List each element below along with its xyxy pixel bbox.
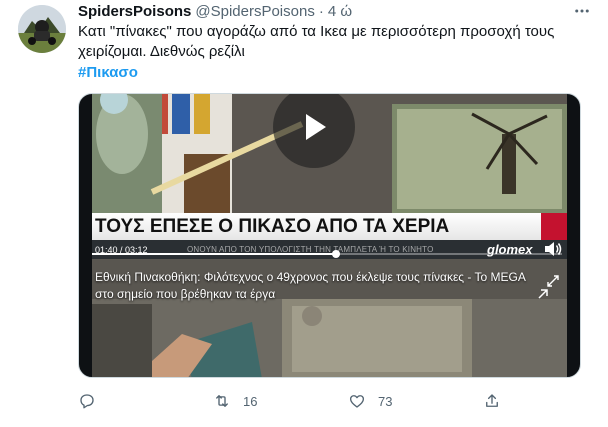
tweet-timestamp[interactable]: 4 ώ — [328, 3, 352, 20]
progress-fill — [92, 253, 337, 255]
share-button[interactable] — [483, 390, 501, 412]
tweet-text-line: χειρίζομαι. Διεθνώς ρεζίλι — [78, 43, 245, 60]
player-brand[interactable]: glomex — [487, 242, 533, 257]
like-icon — [349, 395, 365, 408]
arrow-up-right-icon — [538, 289, 548, 299]
expand-button[interactable] — [547, 274, 559, 287]
tweet-header: SpidersPoisons @SpidersPoisons · 4 ώ — [78, 2, 352, 22]
display-name[interactable]: SpidersPoisons — [78, 3, 191, 20]
retweet-button[interactable]: 16 — [213, 390, 257, 412]
play-icon — [306, 114, 326, 140]
like-count: 73 — [378, 393, 393, 409]
tweet[interactable]: SpidersPoisons @SpidersPoisons · 4 ώ Κατι "… — [0, 0, 608, 427]
open-link-button[interactable] — [537, 287, 549, 299]
tweet-actions: 16 73 — [78, 390, 508, 412]
avatar[interactable] — [18, 5, 66, 53]
reply-icon — [80, 394, 94, 409]
video-card[interactable]: ΤΟΥΣ ΕΠΕΣΕ Ο ΠΙΚΑΣΟ ΑΠΟ ΤΑ ΧΕΡΙΑ 01:40 /… — [78, 93, 581, 378]
more-icon — [575, 9, 589, 13]
retweet-icon — [216, 395, 228, 407]
reply-button[interactable] — [78, 390, 108, 412]
news-banner: ΤΟΥΣ ΕΠΕΣΕ Ο ΠΙΚΑΣΟ ΑΠΟ ΤΑ ΧΕΡΙΑ — [92, 213, 567, 240]
volume-icon — [545, 242, 562, 256]
hashtag-link[interactable]: #Πικασο — [78, 63, 138, 83]
tweet-text-line: Κατι "πίνακες" που αγοράζω από τα Ικεα μ… — [78, 23, 555, 40]
more-options-button[interactable] — [567, 0, 597, 22]
like-button[interactable]: 73 — [348, 390, 392, 412]
banner-accent — [541, 213, 567, 240]
related-video-title[interactable]: Εθνική Πινακοθήκη: Φιλότεχνος ο 49χρονος… — [95, 269, 535, 303]
expand-icon — [547, 275, 559, 287]
banner-text: ΤΟΥΣ ΕΠΕΣΕ Ο ΠΙΚΑΣΟ ΑΠΟ ΤΑ ΧΕΡΙΑ — [95, 215, 450, 237]
avatar-image — [18, 5, 66, 53]
user-handle[interactable]: @SpidersPoisons — [195, 3, 314, 20]
video-player[interactable]: ΤΟΥΣ ΕΠΕΣΕ Ο ΠΙΚΑΣΟ ΑΠΟ ΤΑ ΧΕΡΙΑ 01:40 /… — [92, 94, 567, 377]
separator-dot: · — [318, 3, 324, 20]
tweet-text: Κατι "πίνακες" που αγοράζω από τα Ικεα μ… — [78, 22, 593, 83]
retweet-count: 16 — [243, 393, 258, 409]
share-icon — [486, 394, 498, 407]
volume-button[interactable] — [544, 241, 562, 257]
